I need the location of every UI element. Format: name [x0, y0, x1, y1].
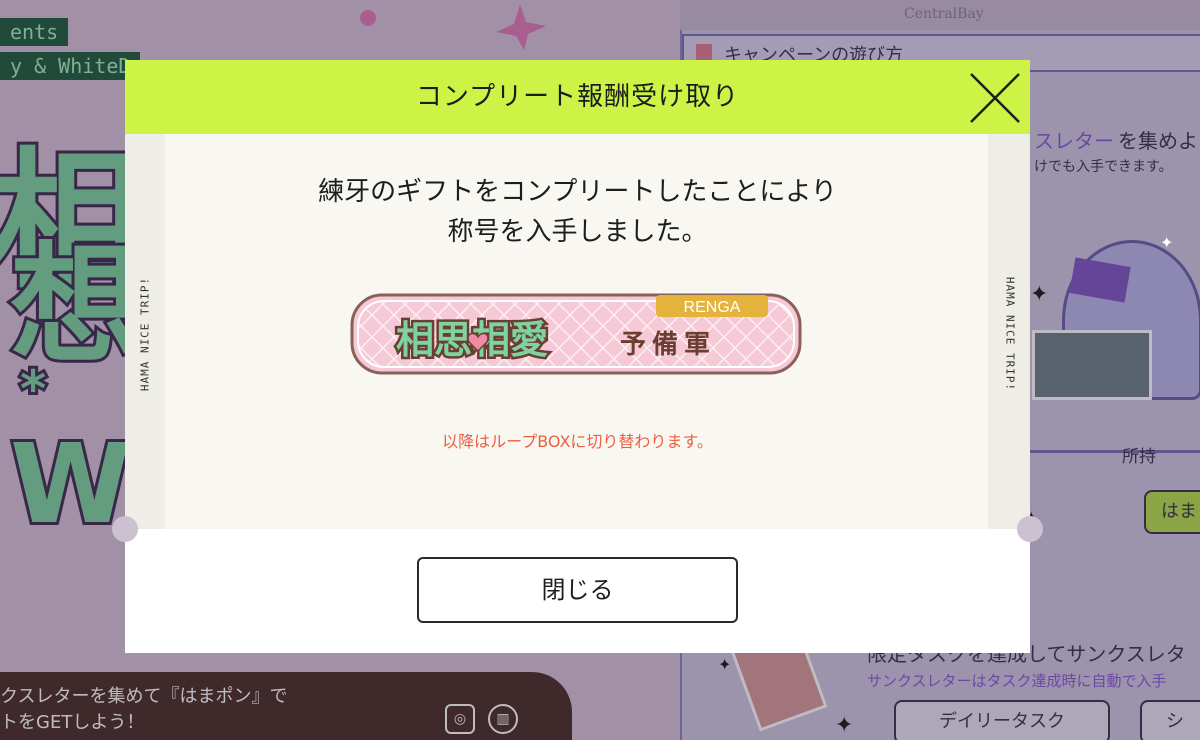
modal-header: コンプリート報酬受け取り [125, 60, 1030, 134]
reward-message-line: 練牙のギフトをコンプリートしたことにより [318, 177, 837, 207]
title-badge: RENGA 相思相愛 予備軍 [350, 293, 802, 375]
modal-title: コンプリート報酬受け取り [415, 82, 740, 112]
sparkle-icon: ✦ [718, 655, 732, 674]
complete-reward-modal: コンプリート報酬受け取り HAMA NICE TRIP! HAMA NICE T… [112, 60, 1043, 653]
ticket-notch [112, 516, 138, 542]
sparkle-icon: ✦ [1030, 282, 1049, 307]
reward-message-line: 称号を入手しました。 [447, 217, 708, 247]
close-button[interactable]: 閉じる [417, 557, 738, 623]
badge-sub-text: 予備軍 [620, 329, 716, 360]
reward-message: 練牙のギフトをコンプリートしたことにより 称号を入手しました。 [125, 172, 1030, 252]
ticket-notch [1017, 516, 1043, 542]
badge-tag-text: RENGA [684, 299, 741, 316]
sparkle-icon: ✦ [835, 713, 854, 738]
side-label-right: HAMA NICE TRIP! [1003, 276, 1017, 392]
loop-box-notice: 以降はループBOXに切り替わります。 [442, 432, 713, 451]
sparkle-icon: ✦ [1160, 233, 1174, 252]
side-label-left: HAMA NICE TRIP! [138, 276, 152, 392]
close-x-icon[interactable] [965, 68, 1025, 128]
